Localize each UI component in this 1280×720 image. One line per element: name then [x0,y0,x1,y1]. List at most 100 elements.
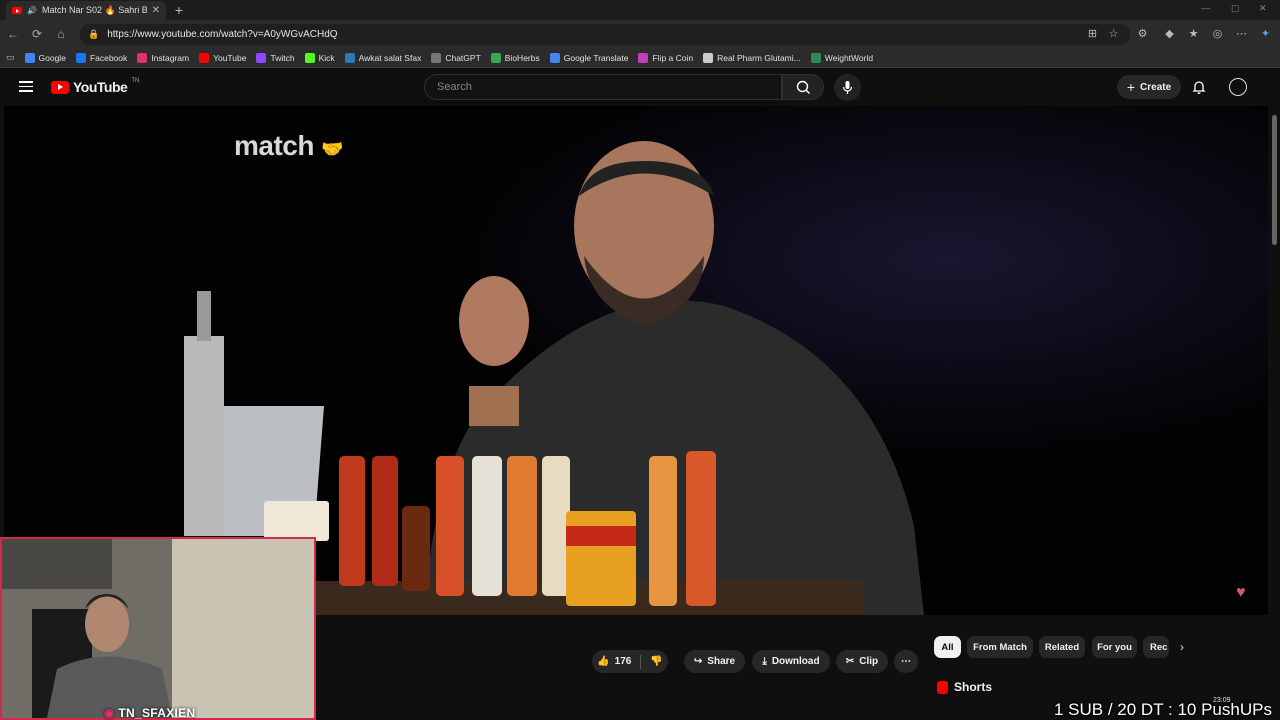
maximize-icon[interactable]: ▢ [1231,3,1240,14]
tab-close-icon[interactable]: ✕ [152,5,160,16]
country-code: TN [131,78,140,84]
bookmark-label: ChatGPT [445,52,481,63]
profile-icon[interactable]: ◎ [1211,28,1224,41]
address-bar[interactable]: 🔒 https://www.youtube.com/watch?v=A0yWGv… [80,24,1130,45]
bookmark-weightworld[interactable]: WeightWorld [810,52,874,63]
like-button[interactable]: 👍 176 [597,656,631,667]
watermark-text: match [234,130,314,161]
chip-recent[interactable]: Rec [1143,636,1169,658]
kick-icon [304,52,315,63]
search-input[interactable]: Search [424,74,782,100]
window-close-icon[interactable]: ✕ [1259,3,1267,14]
favorite-star-icon[interactable]: ☆ [1107,28,1120,41]
bookmark-flip-a-coin[interactable]: Flip a Coin [638,52,693,63]
bookmark-twitch[interactable]: Twitch [256,52,295,63]
bookmark-google-translate[interactable]: Google Translate [549,52,628,63]
download-icon: ⤓ [762,656,767,667]
tab-title: Match Nar S02 🔥 Sahri Bah [41,5,147,15]
back-icon[interactable]: ← [5,26,21,42]
share-icon: ↪ [693,656,703,667]
match-watermark: match 🤝 [234,130,344,162]
youtube-logo[interactable]: YouTube TN [51,78,140,95]
bookmark-google[interactable]: Google [24,52,66,63]
account-avatar[interactable] [1229,78,1247,96]
chatgpt-icon [431,52,442,63]
scrollbar-thumb[interactable] [1272,115,1277,245]
youtube-play-icon [51,80,69,94]
minimize-icon[interactable]: — [1201,3,1210,13]
thumbs-up-icon: 👍 [597,656,610,667]
webcam-frame [2,539,314,718]
app-available-icon[interactable]: ⊞ [1086,28,1099,41]
scissors-icon: ✂ [845,656,855,667]
chip-label: Rec [1150,641,1168,653]
bookmark-label: Facebook [89,52,128,63]
bookmark-kick[interactable]: Kick [304,52,335,63]
youtube-wordmark: YouTube [73,79,128,95]
download-button[interactable]: ⤓ Download [752,650,830,673]
browser-tab-bar: 🔊 Match Nar S02 🔥 Sahri Bah ✕ + — ▢ ✕ [0,0,1280,20]
speaker-icon[interactable]: 🔊 [27,6,37,15]
chip-related[interactable]: Related [1039,636,1085,658]
bookmark-youtube[interactable]: YouTube [199,52,247,63]
bookmark-chatgpt[interactable]: ChatGPT [431,52,481,63]
translate-icon [549,52,560,63]
weightworld-icon [810,52,821,63]
extension-icon[interactable]: ◆ [1163,28,1176,41]
notifications-bell-icon[interactable] [1191,79,1207,95]
shorts-label: Shorts [954,680,993,694]
browser-tab[interactable]: 🔊 Match Nar S02 🔥 Sahri Bah ✕ [6,1,166,20]
create-button[interactable]: + Create [1117,75,1181,99]
more-actions-button[interactable]: ⋯ [894,650,918,673]
bookmark-awkat-salat[interactable]: Awkat salat Sfax [344,52,421,63]
refresh-icon[interactable]: ⟳ [29,26,45,42]
bookmark-label: Instagram [151,52,190,63]
youtube-favicon-icon [12,7,22,14]
clip-label: Clip [859,656,879,667]
bookmark-real-pharm[interactable]: Real Pharm Glutami... [703,52,801,63]
coin-icon [638,52,649,63]
bookmark-label: Real Pharm Glutami... [717,52,801,63]
dislike-button[interactable]: 👎 [650,656,662,667]
bookmark-label: WeightWorld [824,52,874,63]
chip-for-you[interactable]: For you [1092,636,1137,658]
extensions-icon[interactable]: ⚙ [1136,28,1149,41]
menu-icon[interactable] [19,81,33,92]
stream-goal-overlay: 1 SUB / 20 DT : 10 PushUPs [1054,700,1272,719]
copilot-icon[interactable]: ✦ [1259,28,1272,41]
like-dislike-group: 👍 176 👎 [592,650,668,673]
bookmark-facebook[interactable]: Facebook [75,52,128,63]
chips-next-icon[interactable]: › [1180,640,1184,654]
google-icon [24,52,35,63]
bookmark-label: YouTube [213,52,247,63]
favorites-icon[interactable]: ★ [1187,28,1200,41]
search-button[interactable] [782,74,824,100]
streamer-webcam [0,537,316,720]
share-button[interactable]: ↪ Share [684,650,745,673]
shorts-icon [937,680,948,694]
bookmark-label: Google [38,52,66,63]
channel-watermark-icon[interactable]: ♥ [1236,584,1246,602]
home-icon[interactable]: ⌂ [53,26,69,42]
streamer-handle: ◉ TN_SFAXIEN [104,706,195,720]
chip-label: For you [1097,641,1132,653]
bookmarks-bar: ▭ Google Facebook Instagram YouTube Twit… [0,48,1280,68]
bookmark-instagram[interactable]: Instagram [137,52,190,63]
search-icon [796,80,810,94]
bookmark-bioherbs[interactable]: BioHerbs [490,52,540,63]
bookmarks-icon[interactable]: ▭ [6,52,15,63]
new-tab-button[interactable]: + [170,2,188,18]
chip-all[interactable]: All [934,636,961,658]
pharm-icon [703,52,714,63]
voice-search-button[interactable] [834,74,861,101]
more-icon: ⋯ [901,656,911,667]
clip-button[interactable]: ✂ Clip [836,650,888,673]
instagram-icon: ◉ [104,706,115,720]
chip-label: From Match [973,641,1027,653]
url-text: https://www.youtube.com/watch?v=A0yWGvAC… [107,29,338,40]
share-label: Share [707,656,736,667]
chip-from-match[interactable]: From Match [967,636,1033,658]
more-menu-icon[interactable]: ⋯ [1235,28,1248,41]
divider [640,654,642,669]
lock-icon: 🔒 [88,29,100,39]
